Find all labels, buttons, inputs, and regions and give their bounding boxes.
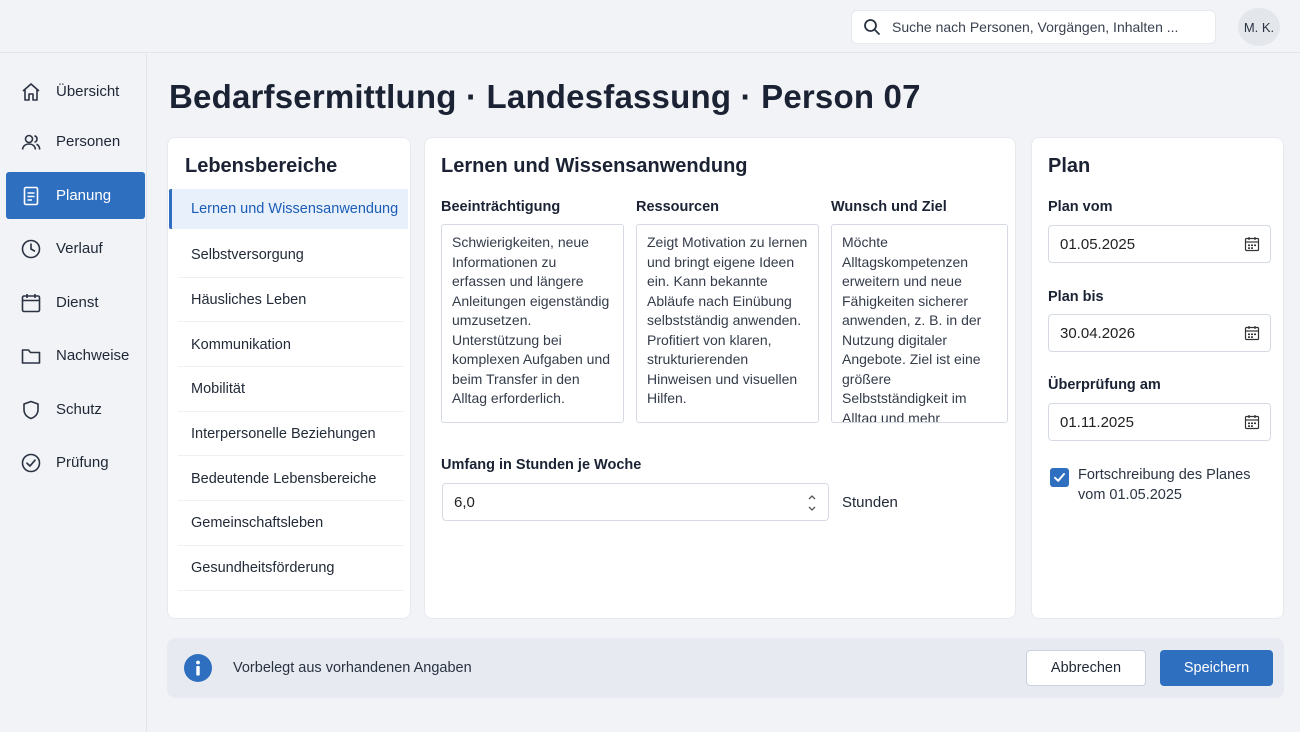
plan-vom-field[interactable]: 01.05.2025 [1048, 225, 1271, 263]
fortschreibung-label[interactable]: Fortschreibung des Planes vom 01.05.2025 [1078, 466, 1268, 505]
stepper-arrows-icon[interactable] [804, 491, 820, 515]
sidebar-item-pruefung[interactable]: Prüfung [6, 439, 145, 486]
lebensbereich-item[interactable]: Häusliches Leben [168, 278, 412, 323]
search-icon [852, 10, 892, 44]
ressourcen-textarea[interactable]: Zeigt Motivation zu lernen und bringt ei… [636, 224, 819, 423]
plan-bis-field[interactable]: 30.04.2026 [1048, 314, 1271, 352]
lebensbereiche-title: Lebensbereiche [185, 155, 338, 177]
search-bar[interactable] [851, 10, 1216, 44]
calendar-icon[interactable] [1244, 325, 1260, 345]
calendar-icon[interactable] [1244, 414, 1260, 434]
plan-vom-label: Plan vom [1048, 199, 1113, 215]
detail-title: Lernen und Wissensanwendung [441, 155, 748, 177]
cancel-button[interactable]: Abbrechen [1026, 650, 1146, 686]
lebensbereiche-panel: Lebensbereiche Lernen und Wissensanwendu… [167, 137, 411, 619]
footer-note: Vorbelegt aus vorhandenen Angaben [233, 660, 472, 676]
home-icon [6, 81, 56, 103]
top-bar: M. K. [0, 0, 1300, 53]
sidebar-item-label: Schutz [56, 401, 102, 418]
sidebar-item-schutz[interactable]: Schutz [6, 386, 145, 433]
lebensbereich-item[interactable]: Bedeutende Lebensbereiche [168, 456, 412, 501]
sidebar-item-label: Personen [56, 133, 121, 150]
sidebar-item-dienst[interactable]: Dienst [6, 279, 145, 326]
sidebar-item-uebersicht[interactable]: Übersicht [6, 68, 145, 115]
umfang-value: 6,0 [454, 493, 475, 511]
lebensbereich-item[interactable]: Mobilität [168, 367, 412, 412]
plan-bis-label: Plan bis [1048, 289, 1104, 305]
checkmark-icon [1054, 473, 1065, 482]
umfang-input[interactable]: 6,0 [442, 483, 829, 521]
sidebar-item-label: Dienst [56, 294, 99, 311]
lebensbereich-item[interactable]: Interpersonelle Beziehungen [168, 412, 412, 457]
document-icon [6, 185, 56, 207]
lebensbereich-item[interactable]: Selbstversorgung [168, 233, 412, 278]
sidebar-item-verlauf[interactable]: Verlauf [6, 225, 145, 272]
calendar-icon[interactable] [1244, 236, 1260, 256]
sidebar-item-label: Verlauf [56, 240, 103, 257]
plan-bis-value: 30.04.2026 [1060, 324, 1136, 342]
ueberpruefung-label: Überprüfung am [1048, 377, 1161, 393]
wunsch-ziel-textarea[interactable]: Möchte Alltagskompetenzen erweitern und … [831, 224, 1008, 423]
search-input[interactable] [892, 19, 1212, 35]
fortschreibung-checkbox[interactable] [1050, 468, 1069, 487]
lebensbereich-item[interactable]: Lernen und Wissensanwendung [169, 189, 408, 229]
sidebar-item-label: Prüfung [56, 454, 109, 471]
lebensbereiche-list: Lernen und Wissensanwendung Selbstversor… [168, 189, 412, 591]
beeintraechtigung-textarea[interactable]: Schwierigkeiten, neue Informationen zu e… [441, 224, 624, 423]
ueberpruefung-value: 01.11.2025 [1060, 413, 1134, 431]
beeintraechtigung-label: Beeinträchtigung [441, 199, 561, 215]
sidebar-item-planung[interactable]: Planung [6, 172, 145, 219]
plan-vom-value: 01.05.2025 [1060, 235, 1136, 253]
sidebar: Übersicht Personen Planung Verlauf Diens… [0, 54, 147, 732]
page-title: Bedarfsermittlung · Landesfassung · Pers… [169, 78, 921, 115]
shield-icon [6, 399, 56, 421]
users-icon [6, 131, 56, 153]
wunsch-ziel-label: Wunsch und Ziel [831, 199, 947, 215]
sidebar-item-nachweise[interactable]: Nachweise [6, 332, 145, 379]
ueberpruefung-field[interactable]: 01.11.2025 [1048, 403, 1271, 441]
clock-icon [6, 238, 56, 260]
umfang-unit: Stunden [842, 494, 898, 511]
info-icon [184, 654, 212, 682]
avatar[interactable]: M. K. [1238, 8, 1280, 46]
save-button[interactable]: Speichern [1160, 650, 1273, 686]
sidebar-item-label: Nachweise [56, 347, 130, 364]
plan-title: Plan [1048, 155, 1091, 177]
lebensbereich-item[interactable]: Kommunikation [168, 322, 412, 367]
calendar-icon [6, 292, 56, 314]
folder-icon [6, 345, 56, 367]
ressourcen-label: Ressourcen [636, 199, 720, 215]
umfang-label: Umfang in Stunden je Woche [441, 457, 642, 473]
sidebar-item-personen[interactable]: Personen [6, 118, 145, 165]
lebensbereich-item[interactable]: Gemeinschaftsleben [168, 501, 412, 546]
sidebar-item-label: Übersicht [56, 83, 120, 100]
sidebar-item-label: Planung [56, 187, 112, 204]
check-circle-icon [6, 452, 56, 474]
lebensbereich-item[interactable]: Gesundheitsförderung [168, 546, 412, 591]
